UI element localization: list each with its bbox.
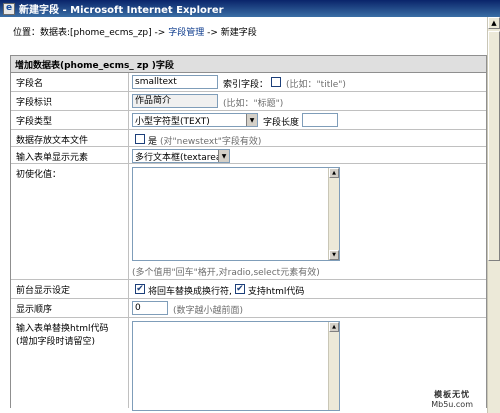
display-order-label: 显示顺序 bbox=[11, 299, 129, 317]
breadcrumb: 位置：数据表:[phome_ecms_zp] -> 字段管理 -> 新建字段 bbox=[13, 25, 257, 38]
window-title: 新建字段 - Microsoft Internet Explorer bbox=[19, 5, 224, 16]
field-id-input[interactable]: 作品简介 bbox=[132, 94, 218, 108]
input-element-selected: 多行文本框(textarea) bbox=[135, 152, 225, 163]
chevron-down-icon[interactable]: ▼ bbox=[218, 150, 229, 162]
field-name-label: 字段名 bbox=[11, 73, 129, 91]
textarea-scrollbar[interactable]: ▲ ▼ bbox=[328, 168, 339, 260]
form-header: 增加数据表(phome_ecms_ zp )字段 bbox=[11, 56, 486, 73]
row-input-html: 输入表单替换html代码 (增加字段时请留空) ▲ bbox=[11, 318, 486, 411]
watermark: 模板无忧 Mb5u.com bbox=[431, 390, 473, 410]
input-element-label: 输入表单显示元素 bbox=[11, 147, 129, 163]
window-title-bar: e 新建字段 - Microsoft Internet Explorer bbox=[0, 0, 500, 17]
index-field-hint: (比如："title") bbox=[286, 80, 346, 90]
row-field-type: 字段类型 小型字符型(TEXT) ▼ 字段长度 bbox=[11, 111, 486, 130]
row-display-order: 显示顺序 0 (数字越小越前面) bbox=[11, 299, 486, 318]
front-display-label: 前台显示设定 bbox=[11, 280, 129, 298]
support-html-label: 支持html代码 bbox=[247, 287, 305, 297]
scroll-down-icon[interactable]: ▼ bbox=[329, 250, 339, 260]
init-value-textarea[interactable]: ▲ ▼ bbox=[132, 167, 340, 261]
support-html-checkbox[interactable]: ✔ bbox=[234, 284, 245, 294]
row-init-value: 初使化值： ▲ ▼ (多个值用"回车"格开,对radio,select元素有效) bbox=[11, 164, 486, 280]
scrollbar-thumb[interactable] bbox=[488, 31, 500, 261]
replace-newline-label: 将回车替换成换行符, bbox=[148, 287, 232, 297]
breadcrumb-current: -> 新建字段 bbox=[207, 28, 257, 38]
init-value-hint: (多个值用"回车"格开,对radio,select元素有效) bbox=[132, 268, 320, 278]
field-length-input[interactable] bbox=[302, 113, 339, 127]
row-field-name: 字段名 smalltext 索引字段： (比如："title") bbox=[11, 73, 486, 92]
add-field-form: 增加数据表(phome_ecms_ zp )字段 字段名 smalltext 索… bbox=[10, 55, 487, 411]
input-html-label-line2: (增加字段时请留空) bbox=[16, 337, 96, 347]
scroll-up-icon[interactable]: ▲ bbox=[488, 17, 500, 29]
scroll-up-icon[interactable]: ▲ bbox=[329, 168, 339, 178]
input-html-label: 输入表单替换html代码 (增加字段时请留空) bbox=[11, 318, 129, 408]
row-input-element: 输入表单显示元素 多行文本框(textarea) ▼ bbox=[11, 147, 486, 164]
display-order-hint: (数字越小越前面) bbox=[173, 306, 244, 316]
chevron-down-icon[interactable]: ▼ bbox=[246, 114, 257, 126]
field-id-hint: (比如："标题") bbox=[223, 99, 284, 109]
init-value-label: 初使化值： bbox=[11, 164, 129, 279]
index-field-checkbox[interactable] bbox=[271, 77, 282, 87]
watermark-line2: Mb5u.com bbox=[431, 400, 473, 409]
field-type-label: 字段类型 bbox=[11, 111, 129, 129]
display-order-input[interactable]: 0 bbox=[132, 301, 168, 315]
textarea-scrollbar[interactable]: ▲ bbox=[328, 322, 339, 410]
page-scrollbar[interactable]: ▲ bbox=[487, 17, 500, 413]
breadcrumb-link-field-management[interactable]: 字段管理 bbox=[168, 28, 204, 38]
ie-icon: e bbox=[3, 2, 15, 15]
replace-newline-checkbox[interactable]: ✔ bbox=[135, 284, 145, 294]
index-field-label: 索引字段： bbox=[223, 80, 269, 90]
store-text-option: 是 bbox=[148, 137, 158, 147]
field-type-select[interactable]: 小型字符型(TEXT) ▼ bbox=[132, 113, 258, 127]
field-type-selected: 小型字符型(TEXT) bbox=[135, 116, 210, 127]
row-store-text: 数据存放文本文件 是 (对"newstext"字段有效) bbox=[11, 130, 486, 147]
watermark-line1: 模板无忧 bbox=[434, 390, 471, 399]
input-element-select[interactable]: 多行文本框(textarea) ▼ bbox=[132, 149, 230, 163]
field-name-input[interactable]: smalltext bbox=[132, 75, 218, 89]
store-text-label: 数据存放文本文件 bbox=[11, 130, 129, 146]
page-content: 位置：数据表:[phome_ecms_zp] -> 字段管理 -> 新建字段 增… bbox=[0, 17, 487, 413]
breadcrumb-prefix: 位置：数据表:[phome_ecms_zp] -> bbox=[13, 28, 166, 38]
store-text-checkbox[interactable] bbox=[135, 134, 145, 144]
field-id-label: 字段标识 bbox=[11, 92, 129, 110]
row-front-display: 前台显示设定 ✔ 将回车替换成换行符, ✔ 支持html代码 bbox=[11, 280, 486, 299]
input-html-label-line1: 输入表单替换html代码 bbox=[16, 324, 109, 334]
scroll-up-icon[interactable]: ▲ bbox=[329, 322, 339, 332]
row-field-id: 字段标识 作品简介 (比如："标题") bbox=[11, 92, 486, 111]
store-text-hint: (对"newstext"字段有效) bbox=[160, 137, 262, 147]
input-html-textarea[interactable]: ▲ bbox=[132, 321, 340, 411]
field-length-label: 字段长度 bbox=[263, 118, 300, 128]
